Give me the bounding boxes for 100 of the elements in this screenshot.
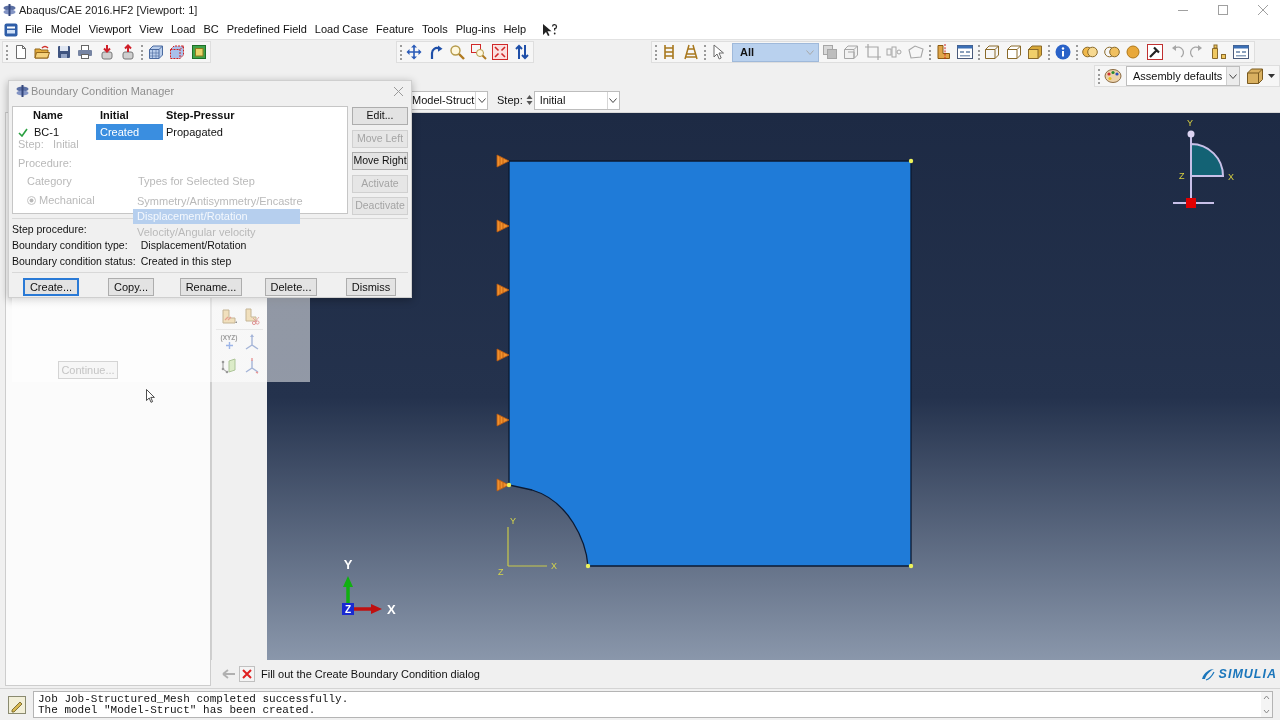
faded-label: Category — [27, 175, 72, 187]
caret-icon[interactable] — [1268, 74, 1275, 78]
bracket-part-icon[interactable] — [935, 44, 952, 60]
open-folder-icon[interactable] — [34, 44, 51, 60]
vertex-dot-icon — [585, 563, 591, 569]
node-chain-icon[interactable] — [886, 44, 903, 60]
detail-label: Step procedure: — [12, 222, 88, 238]
save-icon[interactable] — [55, 44, 72, 60]
print-icon[interactable] — [77, 44, 94, 60]
mouse-pointer-icon — [146, 389, 155, 403]
pick-tool-icon[interactable] — [1146, 44, 1163, 60]
prompt-text: Fill out the Create Boundary Condition dialog — [261, 666, 480, 682]
table-cell[interactable]: Propagated — [163, 124, 235, 140]
scrollbar[interactable] — [1261, 692, 1272, 717]
dialog-button[interactable]: Create... — [22, 278, 80, 296]
window-title: Abaqus/CAE 2016.HF2 [Viewport: 1] — [19, 2, 198, 18]
swap-arrows-icon[interactable] — [513, 44, 530, 60]
wireframe-cube-icon[interactable] — [984, 44, 1001, 60]
maximize-icon[interactable] — [1218, 5, 1228, 15]
ladder-icon[interactable] — [682, 44, 699, 60]
dialog-button[interactable]: Edit... — [352, 107, 408, 125]
axis-label: Z — [1179, 171, 1185, 181]
dialog-button[interactable]: Rename... — [179, 278, 243, 296]
axis-label: X — [387, 602, 396, 617]
dialog-button[interactable]: Dismiss — [345, 278, 397, 296]
pointer-icon[interactable] — [710, 44, 727, 60]
nested-squares-icon[interactable] — [190, 44, 207, 60]
move-icon[interactable] — [406, 44, 423, 60]
menu-item[interactable]: Load Case — [310, 21, 373, 38]
info-icon[interactable] — [1054, 44, 1071, 60]
shaded-cube-icon[interactable] — [1246, 67, 1264, 85]
caret-icon — [1229, 73, 1237, 79]
app-logo-icon — [3, 4, 16, 16]
menu-item[interactable]: Help — [499, 21, 531, 38]
menu-item[interactable]: BC — [199, 21, 223, 38]
menu-item[interactable]: Feature — [372, 21, 418, 38]
message-icon[interactable] — [8, 695, 26, 714]
window-icon[interactable] — [1232, 44, 1249, 60]
axis-label: X — [1228, 172, 1234, 182]
box-zoom-icon[interactable] — [470, 44, 487, 60]
menu-item[interactable]: Load — [166, 21, 200, 38]
overlap-circles-icon[interactable] — [1103, 44, 1120, 60]
close-icon[interactable] — [1258, 5, 1268, 15]
dialog-button[interactable]: Move Right — [352, 152, 408, 170]
caret-icon — [477, 97, 486, 103]
ds-logo-icon — [1199, 667, 1216, 681]
bc-marker-icon — [496, 413, 510, 427]
axis-label: Y — [510, 516, 516, 526]
menu-item[interactable]: Predefined Field — [222, 21, 311, 38]
faded-label: Types for Selected Step — [137, 175, 255, 187]
bc-marker-icon — [496, 154, 510, 168]
triad-icon — [342, 576, 382, 615]
window-menu-icon[interactable] — [4, 22, 18, 37]
axis-label: Z — [498, 567, 504, 577]
vertex-dot-icon — [908, 563, 914, 569]
context-help-icon[interactable] — [542, 22, 559, 37]
import-icon[interactable] — [98, 44, 115, 60]
faded-label: Procedure: — [18, 157, 72, 169]
detail-label: Boundary condition status: — [12, 254, 136, 270]
zoom-icon[interactable] — [449, 44, 466, 60]
caret-icon — [609, 97, 618, 103]
menu-item[interactable]: Viewport — [84, 21, 136, 38]
bc-marker-icon — [496, 348, 510, 362]
dialog-button[interactable]: Copy... — [108, 278, 154, 296]
step-dropdown[interactable]: Initial — [533, 90, 620, 110]
faded-label: Step: — [18, 138, 45, 150]
bc-marker-icon — [496, 219, 510, 233]
cube-outline-icon[interactable] — [1005, 44, 1022, 60]
column-header: Name — [32, 108, 64, 124]
export-icon[interactable] — [120, 44, 137, 60]
message-line: Job Job-Structured_Mesh completed successfully. — [38, 694, 349, 705]
menu-item[interactable]: Model — [46, 21, 85, 38]
fit-view-icon[interactable] — [492, 44, 509, 60]
table-cell[interactable]: BC-1 — [13, 124, 96, 140]
plane-points-icon[interactable] — [220, 357, 238, 375]
part-blocks-icon[interactable] — [1211, 44, 1228, 60]
render-style-dropdown[interactable]: Assembly defaults — [1126, 66, 1240, 86]
dashed-cube-icon[interactable] — [169, 44, 186, 60]
dialog-button[interactable]: Delete... — [264, 278, 318, 296]
message-line: The model "Model-Struct" has been created. — [38, 705, 316, 716]
detail-value: Displacement/Rotation — [140, 238, 247, 254]
palette-icon[interactable] — [1104, 68, 1122, 84]
close-icon[interactable] — [394, 86, 403, 96]
window-icon[interactable] — [956, 44, 973, 60]
menu-item[interactable]: File — [21, 21, 47, 38]
faded-list-item: Symmetry/Antisymmetry/Encastre — [136, 193, 300, 209]
menu-item[interactable]: View — [135, 21, 167, 38]
menu-item[interactable]: Tools — [418, 21, 452, 38]
menu-item[interactable]: Plug-ins — [451, 21, 500, 38]
bc-marker-icon — [496, 478, 510, 492]
column-header: Step-Pressur — [165, 108, 235, 124]
faded-option: Mechanical — [39, 191, 95, 209]
view-triad-icon — [1172, 130, 1224, 208]
cancel-icon[interactable] — [239, 666, 255, 682]
selection-filter-dropdown[interactable]: All — [732, 42, 819, 62]
mesh-cube-icon[interactable] — [147, 44, 164, 60]
faded-field-value: Initial — [53, 138, 79, 150]
overlap-circles-icon[interactable] — [1082, 44, 1099, 60]
detail-label: Boundary condition type: — [12, 238, 129, 254]
shaded-cube-icon[interactable] — [1027, 44, 1044, 60]
